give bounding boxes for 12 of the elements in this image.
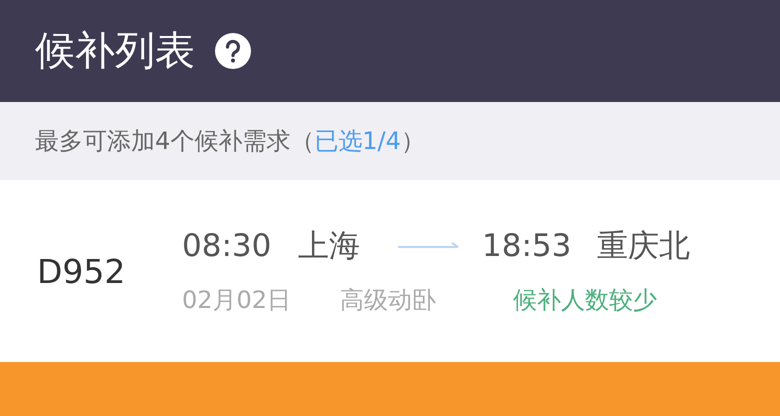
arrow-icon (398, 241, 460, 251)
depart-station: 上海 (298, 230, 361, 262)
page-title: 候补列表 (35, 31, 195, 71)
depart-time: 08:30 (182, 230, 272, 262)
arrive-station: 重庆北 (597, 230, 690, 262)
seat-type: 高级动卧 (340, 288, 437, 312)
help-icon[interactable] (215, 33, 251, 69)
travel-date: 02月02日 (182, 288, 292, 312)
train-number: D952 (36, 254, 126, 288)
notice-text: 最多可添加4个候补需求（已选1/4） (35, 129, 425, 153)
status-text: 候补人数较少 (513, 288, 657, 312)
arrive-time: 18:53 (482, 230, 572, 262)
